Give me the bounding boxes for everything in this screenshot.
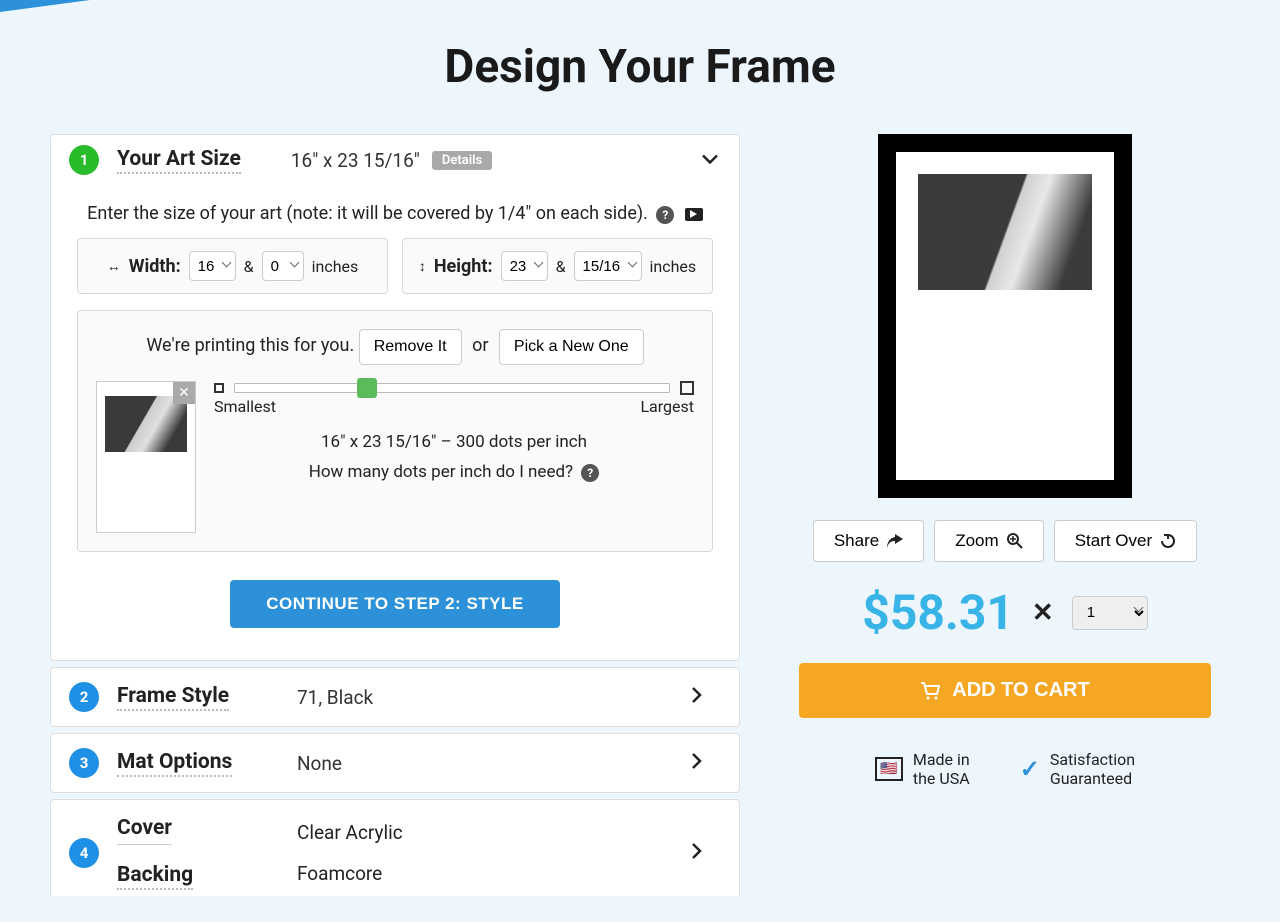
page-title: Design Your Frame (50, 40, 1230, 94)
step-4-badge: 4 (69, 838, 99, 868)
add-to-cart-label: ADD TO CART (952, 679, 1089, 702)
step-3-header[interactable]: 3 Mat Options None (51, 734, 739, 792)
height-box: ↕ Height: 23 & 15/16 inches (402, 238, 713, 294)
print-message: We're printing this for you. (146, 335, 354, 356)
width-frac-select[interactable]: 0 (262, 251, 304, 281)
art-thumbnail: ✕ (96, 381, 196, 533)
step-1-panel: 1 Your Art Size 16" x 23 15/16" Details … (50, 134, 740, 661)
add-to-cart-button[interactable]: ADD TO CART (799, 663, 1211, 718)
step-3-summary: None (297, 752, 691, 775)
step-1-title: Your Art Size (117, 147, 241, 174)
check-icon: ✓ (1020, 755, 1040, 783)
chevron-right-icon (691, 842, 721, 865)
chevron-down-icon (701, 150, 719, 171)
price-display: $58.31 (862, 584, 1014, 641)
usa-flag-icon: 🇺🇸 (875, 757, 903, 781)
zoom-in-icon (1007, 533, 1023, 549)
made-in-usa-badge: 🇺🇸 Made in the USA (875, 750, 970, 788)
backing-title: Backing (117, 863, 193, 890)
step-1-summary: 16" x 23 15/16" (291, 149, 420, 172)
amp: & (244, 257, 254, 276)
smallest-icon (214, 383, 224, 393)
height-label: Height: (434, 256, 493, 277)
dpi-help-icon[interactable]: ? (581, 464, 599, 482)
smallest-label: Smallest (214, 397, 276, 416)
made-usa-line2: the USA (913, 769, 970, 788)
size-slider-track[interactable] (234, 383, 670, 393)
amp: & (556, 257, 566, 276)
made-usa-line1: Made in (913, 750, 970, 769)
undo-icon (1160, 533, 1176, 549)
unit: inches (312, 257, 359, 276)
height-frac-select[interactable]: 15/16 (574, 251, 642, 281)
step-1-header[interactable]: 1 Your Art Size 16" x 23 15/16" Details (51, 135, 739, 185)
height-whole-select[interactable]: 23 (501, 251, 548, 281)
step-4-panel: 4 Cover Backing Clear Acrylic Foamcore (50, 799, 740, 896)
share-label: Share (834, 531, 879, 551)
help-icon[interactable]: ? (656, 206, 674, 224)
satisfaction-badge: ✓ Satisfaction Guaranteed (1020, 750, 1135, 788)
or-text: or (472, 335, 488, 356)
size-instruction: Enter the size of your art (note: it wil… (77, 203, 713, 224)
remove-it-button[interactable]: Remove It (359, 329, 462, 365)
step-3-panel: 3 Mat Options None (50, 733, 740, 793)
details-badge[interactable]: Details (432, 151, 492, 170)
largest-icon (680, 381, 694, 395)
share-button[interactable]: Share (813, 520, 924, 562)
sat-line1: Satisfaction (1050, 750, 1135, 769)
width-label: Width: (129, 256, 181, 277)
print-options-box: We're printing this for you. Remove It o… (77, 310, 713, 552)
chevron-right-icon (691, 752, 721, 775)
chevron-right-icon (691, 686, 721, 709)
instruction-text: Enter the size of your art (note: it wil… (87, 203, 648, 224)
step-4-header[interactable]: 4 Cover Backing Clear Acrylic Foamcore (51, 800, 739, 896)
step-2-header[interactable]: 2 Frame Style 71, Black (51, 668, 739, 726)
height-arrow-icon: ↕ (419, 258, 426, 275)
cover-value: Clear Acrylic (297, 821, 691, 844)
zoom-button[interactable]: Zoom (934, 520, 1043, 562)
step-1-body: Enter the size of your art (note: it wil… (51, 185, 739, 660)
sat-line2: Guaranteed (1050, 769, 1135, 788)
cart-icon (920, 682, 940, 700)
thumbnail-image (105, 396, 187, 452)
step-2-badge: 2 (69, 682, 99, 712)
share-icon (887, 534, 903, 548)
step-2-summary: 71, Black (297, 686, 691, 709)
quantity-select[interactable]: 1 (1072, 596, 1148, 630)
width-box: ↔ Width: 16 & 0 inches (77, 238, 388, 294)
frame-art-image (918, 174, 1092, 290)
continue-step-2-button[interactable]: CONTINUE TO STEP 2: STYLE (230, 580, 559, 628)
times-icon: ✕ (1032, 598, 1054, 628)
step-2-panel: 2 Frame Style 71, Black (50, 667, 740, 727)
video-icon[interactable] (685, 208, 703, 221)
frame-preview (878, 134, 1132, 498)
cover-title: Cover (117, 816, 172, 845)
step-3-title: Mat Options (117, 750, 232, 777)
width-whole-select[interactable]: 16 (189, 251, 236, 281)
backing-value: Foamcore (297, 862, 691, 885)
step-1-badge: 1 (69, 145, 99, 175)
width-arrow-icon: ↔ (107, 258, 121, 275)
frame-mat (896, 152, 1114, 480)
zoom-label: Zoom (955, 531, 998, 551)
start-over-button[interactable]: Start Over (1054, 520, 1197, 562)
pick-new-button[interactable]: Pick a New One (499, 329, 644, 365)
unit: inches (650, 257, 697, 276)
page-corner-accent (0, 0, 90, 12)
step-3-badge: 3 (69, 748, 99, 778)
step-2-title: Frame Style (117, 684, 229, 711)
start-over-label: Start Over (1075, 531, 1152, 551)
dpi-question: How many dots per inch do I need? (309, 462, 573, 482)
size-slider-handle[interactable] (357, 378, 377, 398)
largest-label: Largest (640, 397, 694, 416)
remove-thumbnail-icon[interactable]: ✕ (173, 382, 195, 404)
size-dpi-info: 16" x 23 15/16" – 300 dots per inch (214, 432, 694, 452)
